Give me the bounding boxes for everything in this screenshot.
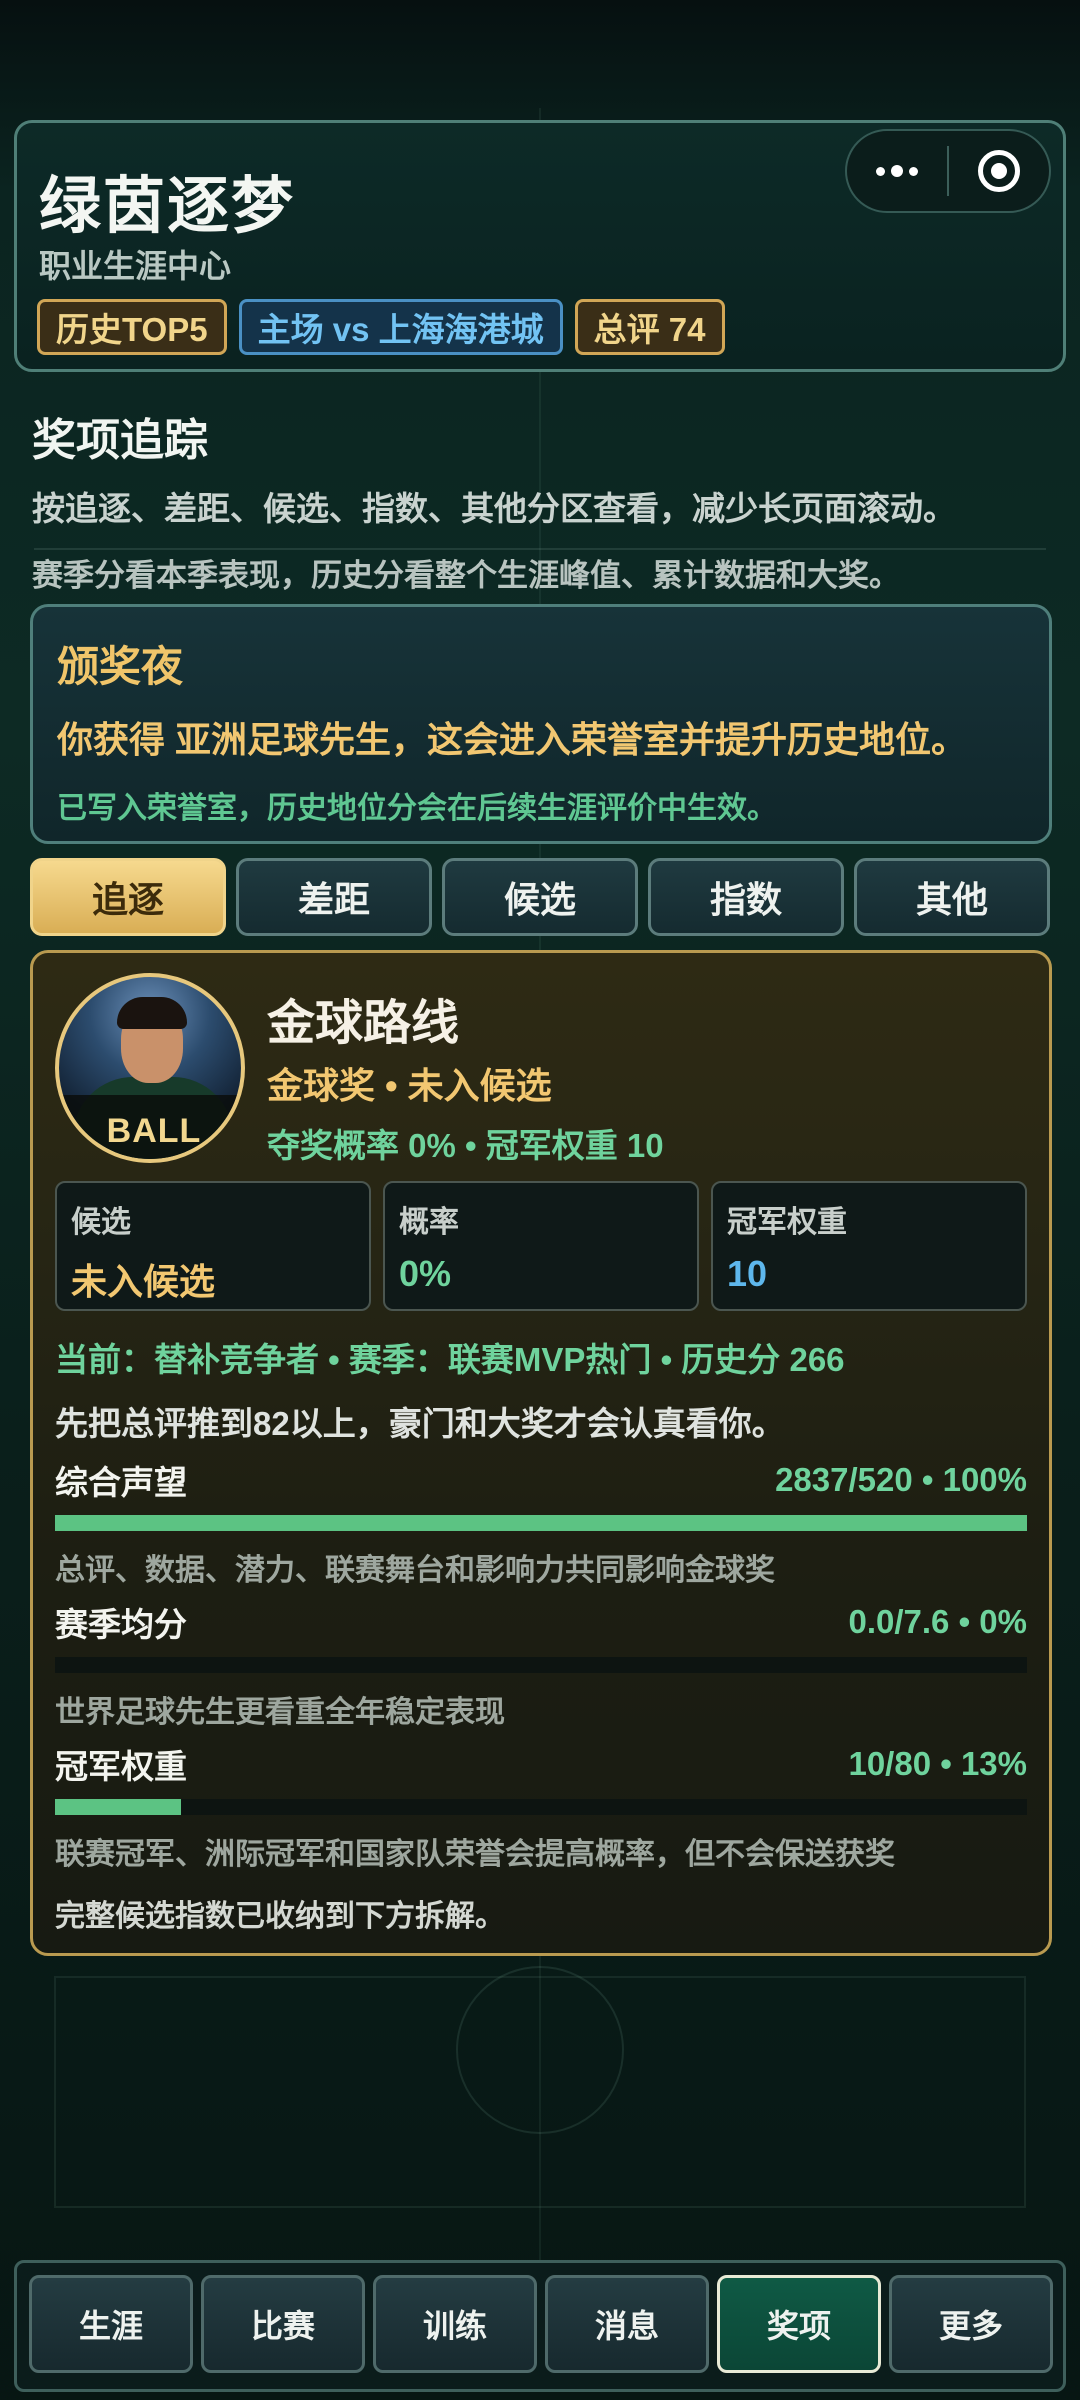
tab-chase[interactable]: 追逐 [30, 858, 226, 936]
bottom-navigation: 生涯 比赛 训练 消息 奖项 更多 [14, 2260, 1066, 2392]
more-dots-icon [876, 165, 918, 177]
progress-track [55, 1515, 1027, 1531]
avatar-hair [117, 997, 187, 1029]
ballon-route-card: BALL 金球路线 金球奖 • 未入候选 夺奖概率 0% • 冠军权重 10 候… [30, 950, 1052, 1956]
card-probability-line: 夺奖概率 0% • 冠军权重 10 [267, 1127, 664, 1164]
header-card: 绿茵逐梦 职业生涯中心 历史TOP5 主场 vs 上海海港城 总评 74 [14, 120, 1066, 372]
header-badges: 历史TOP5 主场 vs 上海海港城 总评 74 [37, 299, 725, 355]
more-button[interactable] [847, 131, 947, 211]
progress-track [55, 1799, 1027, 1815]
metric-name: 冠军权重 [55, 1748, 187, 1785]
tab-index[interactable]: 指数 [648, 858, 844, 936]
section-title: 奖项追踪 [32, 416, 208, 465]
tab-gap[interactable]: 差距 [236, 858, 432, 936]
award-night-card: 颁奖夜 你获得 亚洲足球先生，这会进入荣誉室并提升历史地位。 已写入荣誉室，历史… [30, 604, 1052, 844]
breakdown-note: 完整候选指数已收纳到下方拆解。 [55, 1900, 505, 1933]
metric-reputation: 综合声望 2837/520 • 100% 总评、数据、潜力、联赛舞台和影响力共同… [55, 1457, 1027, 1589]
metric-season-average: 赛季均分 0.0/7.6 • 0% 世界足球先生更看重全年稳定表现 [55, 1599, 1027, 1731]
target-close-icon [977, 150, 1020, 192]
nav-more[interactable]: 更多 [889, 2275, 1053, 2373]
metric-value: 10/80 • 13% [848, 1745, 1027, 1782]
nav-messages[interactable]: 消息 [545, 2275, 709, 2373]
stat-box-probability: 概率 0% [383, 1181, 699, 1311]
pitch-box [54, 1976, 1026, 2208]
section-description-2: 赛季分看本季表现，历史分看整个生涯峰值、累计数据和大奖。 [32, 558, 900, 593]
nav-match[interactable]: 比赛 [201, 2275, 365, 2373]
app-subtitle: 职业生涯中心 [39, 248, 232, 284]
stat-label: 冠军权重 [727, 1206, 847, 1239]
card-subtitle: 金球奖 • 未入候选 [267, 1065, 552, 1106]
stat-value: 未入候选 [71, 1261, 216, 1302]
progress-fill [55, 1515, 1027, 1531]
stat-label: 候选 [71, 1206, 131, 1239]
progress-fill [55, 1799, 182, 1815]
tab-other[interactable]: 其他 [854, 858, 1050, 936]
nav-awards[interactable]: 奖项 [717, 2275, 881, 2373]
card-title: 金球路线 [267, 997, 460, 1050]
app-title: 绿茵逐梦 [39, 172, 296, 241]
award-night-text: 你获得 亚洲足球先生，这会进入荣誉室并提升历史地位。 [57, 719, 968, 760]
metric-name: 综合声望 [55, 1464, 187, 1501]
stat-box-champion-weight: 冠军权重 10 [711, 1181, 1027, 1311]
metric-note: 世界足球先生更看重全年稳定表现 [55, 1696, 505, 1729]
history-rank-badge: 历史TOP5 [37, 299, 227, 355]
stat-value: 0% [399, 1253, 452, 1294]
metric-name: 赛季均分 [55, 1606, 187, 1643]
mini-program-capsule [845, 129, 1051, 213]
award-night-title: 颁奖夜 [57, 643, 184, 690]
stat-box-candidate: 候选 未入候选 [55, 1181, 371, 1311]
metric-value: 0.0/7.6 • 0% [848, 1603, 1027, 1640]
award-tabs: 追逐 差距 候选 指数 其他 [30, 858, 1050, 936]
stat-boxes: 候选 未入候选 概率 0% 冠军权重 10 [55, 1181, 1027, 1311]
progress-track [55, 1657, 1027, 1673]
advice-line: 先把总评推到82以上，豪门和大奖才会认真看你。 [55, 1405, 785, 1442]
status-line: 当前：替补竞争者 • 赛季：联赛MVP热门 • 历史分 266 [55, 1341, 845, 1378]
next-match-badge: 主场 vs 上海海港城 [238, 299, 563, 355]
metric-note: 总评、数据、潜力、联赛舞台和影响力共同影响金球奖 [55, 1554, 775, 1587]
nav-training[interactable]: 训练 [373, 2275, 537, 2373]
stat-value: 10 [727, 1253, 768, 1294]
metric-note: 联赛冠军、洲际冠军和国家队荣誉会提高概率，但不会保送获奖 [55, 1838, 895, 1871]
player-avatar: BALL [55, 973, 245, 1163]
overall-rating-badge: 总评 74 [574, 299, 725, 355]
metric-value: 2837/520 • 100% [775, 1461, 1027, 1498]
award-night-note: 已写入荣誉室，历史地位分会在后续生涯评价中生效。 [57, 792, 777, 825]
stat-label: 概率 [399, 1206, 459, 1239]
metric-champion-weight: 冠军权重 10/80 • 13% 联赛冠军、洲际冠军和国家队荣誉会提高概率，但不… [55, 1741, 1027, 1873]
section-description: 按追逐、差距、候选、指数、其他分区查看，减少长页面滚动。 [32, 490, 956, 527]
close-button[interactable] [949, 131, 1049, 211]
nav-career[interactable]: 生涯 [29, 2275, 193, 2373]
tab-candidates[interactable]: 候选 [442, 858, 638, 936]
avatar-label: BALL [59, 1095, 241, 1159]
